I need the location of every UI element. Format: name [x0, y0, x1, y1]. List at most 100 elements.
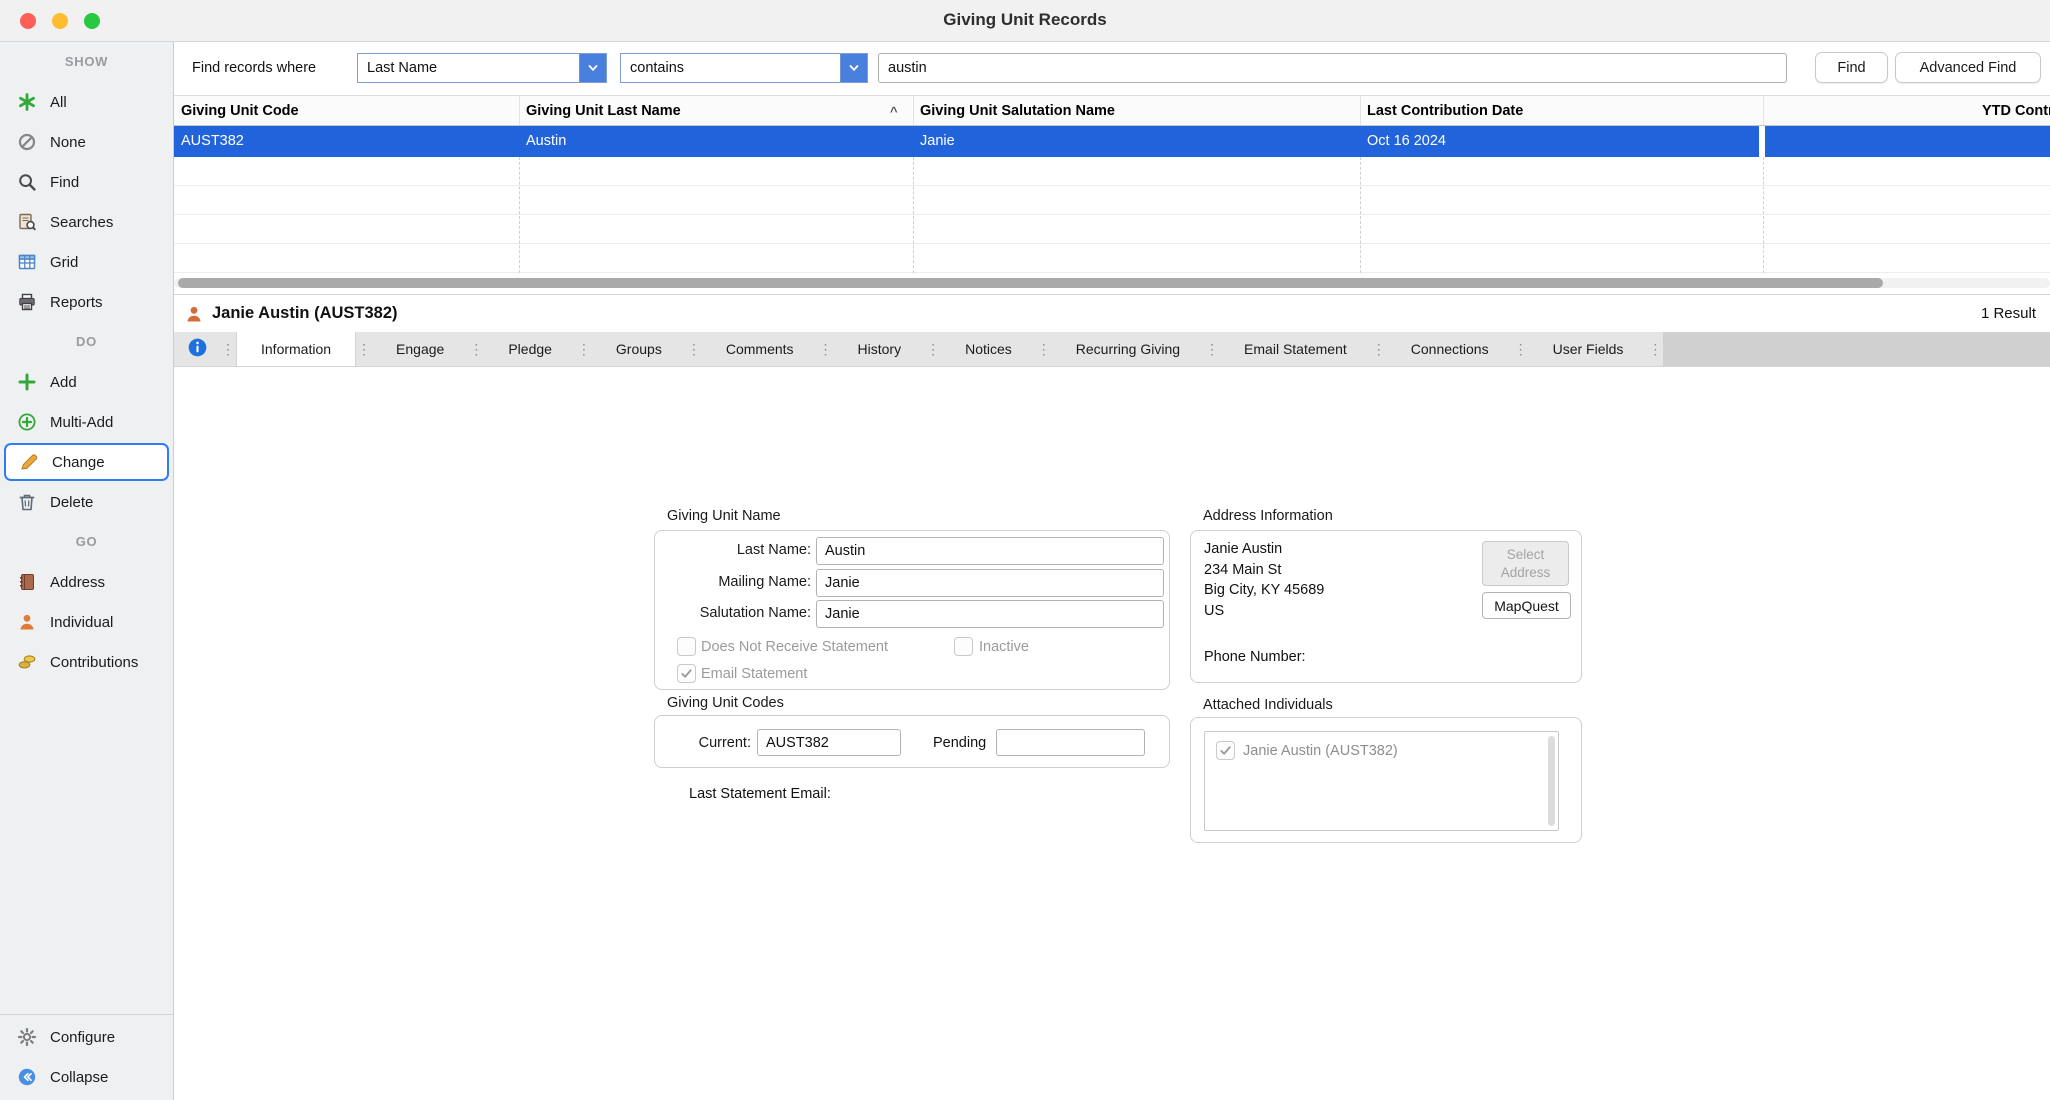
column-divider [519, 96, 520, 125]
sidebar-item-label: Reports [50, 294, 103, 311]
tab-comments[interactable]: Comments [702, 332, 818, 366]
vertical-scrollbar[interactable] [1548, 736, 1555, 826]
tab-connections[interactable]: Connections [1387, 332, 1513, 366]
salutation-name-label: Salutation Name: [665, 605, 811, 621]
chevron-down-icon [840, 54, 867, 82]
address-information-group: Janie Austin 234 Main St Big City, KY 45… [1190, 530, 1582, 683]
address-line: Big City, KY 45689 [1204, 580, 1324, 601]
last-name-field[interactable] [816, 537, 1164, 565]
inactive-checkbox[interactable] [954, 637, 973, 656]
tab-user-fields[interactable]: User Fields [1529, 332, 1648, 366]
pencil-icon [18, 451, 40, 473]
tab-groups[interactable]: Groups [592, 332, 686, 366]
address-book-icon [16, 571, 38, 593]
mailing-name-field[interactable] [816, 569, 1164, 597]
table-row-selected[interactable]: AUST382 Austin Janie Oct 16 2024 [174, 126, 2050, 157]
select-address-button[interactable]: Select Address [1482, 541, 1569, 586]
operator-dropdown[interactable]: contains [620, 53, 868, 83]
sidebar-item-label: Address [50, 574, 105, 591]
field-dropdown[interactable]: Last Name [357, 53, 607, 83]
sidebar-item-none[interactable]: None [0, 122, 173, 162]
sidebar-item-configure[interactable]: Configure [0, 1017, 173, 1057]
sidebar-item-label: Multi-Add [50, 414, 113, 431]
column-divider [913, 96, 914, 125]
multi-add-icon [16, 411, 38, 433]
sidebar-item-add[interactable]: Add [0, 362, 173, 402]
sort-ascending-icon: ^ [890, 104, 898, 119]
coins-icon [16, 651, 38, 673]
column-divider-dashed [913, 157, 914, 273]
sidebar-item-label: Change [52, 454, 105, 471]
column-header-giving-unit-salutation-name[interactable]: Giving Unit Salutation Name [920, 103, 1115, 119]
results-table-header: Giving Unit Code Giving Unit Last Name ^… [174, 95, 2050, 126]
tab-engage[interactable]: Engage [372, 332, 468, 366]
sidebar-item-change[interactable]: Change [4, 443, 169, 481]
tab-notices[interactable]: Notices [941, 332, 1036, 366]
sidebar-item-reports[interactable]: Reports [0, 282, 173, 322]
sidebar-footer: Configure Collapse [0, 1014, 173, 1097]
salutation-name-field[interactable] [816, 600, 1164, 628]
operator-dropdown-value: contains [630, 60, 684, 76]
table-empty-row [174, 215, 2050, 244]
email-statement-checkbox[interactable] [677, 664, 696, 683]
mapquest-button[interactable]: MapQuest [1482, 592, 1571, 619]
sidebar-item-find[interactable]: Find [0, 162, 173, 202]
find-button[interactable]: Find [1815, 52, 1888, 83]
advanced-find-button[interactable]: Advanced Find [1895, 52, 2041, 83]
email-statement-label: Email Statement [701, 666, 807, 682]
phone-number-label: Phone Number: [1204, 649, 1306, 665]
giving-unit-codes-group: Current: Pending [654, 715, 1170, 768]
does-not-receive-statement-checkbox[interactable] [677, 637, 696, 656]
last-name-label: Last Name: [665, 542, 811, 558]
attached-individual-label: Janie Austin (AUST382) [1243, 743, 1398, 759]
column-divider [1763, 96, 1764, 125]
search-input[interactable] [878, 53, 1787, 83]
sidebar-item-label: Add [50, 374, 77, 391]
sidebar-item-delete[interactable]: Delete [0, 482, 173, 522]
sidebar-item-collapse[interactable]: Collapse [0, 1057, 173, 1097]
sidebar-item-address[interactable]: Address [0, 562, 173, 602]
sidebar-item-individual[interactable]: Individual [0, 602, 173, 642]
tab-history[interactable]: History [834, 332, 926, 366]
sidebar: SHOW All None Find Searches Grid Reports… [0, 42, 174, 1100]
column-header-giving-unit-code[interactable]: Giving Unit Code [181, 103, 299, 119]
sidebar-item-label: Contributions [50, 654, 138, 671]
field-dropdown-value: Last Name [367, 60, 437, 76]
address-line: US [1204, 601, 1324, 622]
sidebar-item-label: Grid [50, 254, 78, 271]
sidebar-item-label: Individual [50, 614, 113, 631]
sidebar-item-label: Find [50, 174, 79, 191]
sidebar-item-searches[interactable]: Searches [0, 202, 173, 242]
mailing-name-label: Mailing Name: [665, 574, 811, 590]
pending-code-field[interactable] [996, 729, 1145, 756]
tab-pledge[interactable]: Pledge [484, 332, 576, 366]
attached-individual-checkbox[interactable] [1216, 741, 1235, 760]
column-header-ytd-contributions[interactable]: YTD Contri [1982, 103, 2050, 119]
column-header-giving-unit-last-name[interactable]: Giving Unit Last Name [526, 103, 681, 119]
last-statement-email-label: Last Statement Email: [689, 786, 831, 802]
address-line: Janie Austin [1204, 539, 1324, 560]
tab-recurring-giving[interactable]: Recurring Giving [1052, 332, 1204, 366]
column-divider-dashed [1360, 157, 1361, 273]
tab-separator-icon: ⋮ [220, 332, 236, 366]
address-block: Janie Austin 234 Main St Big City, KY 45… [1204, 539, 1324, 621]
sidebar-item-multi-add[interactable]: Multi-Add [0, 402, 173, 442]
app-window: Giving Unit Records SHOW All None Find S… [0, 0, 2050, 1100]
giving-unit-name-legend: Giving Unit Name [667, 508, 781, 524]
tab-information[interactable]: Information [236, 332, 356, 366]
sidebar-item-all[interactable]: All [0, 82, 173, 122]
sidebar-item-grid[interactable]: Grid [0, 242, 173, 282]
sidebar-item-contributions[interactable]: Contributions [0, 642, 173, 682]
trash-icon [16, 491, 38, 513]
attached-individuals-legend: Attached Individuals [1203, 697, 1333, 713]
column-divider-dashed [1763, 157, 1764, 273]
column-header-last-contribution-date[interactable]: Last Contribution Date [1367, 103, 1523, 119]
tab-email-statement[interactable]: Email Statement [1220, 332, 1371, 366]
sidebar-item-label: Searches [50, 214, 113, 231]
cell-salutation-name: Janie [920, 133, 955, 149]
gear-icon [16, 1026, 38, 1048]
current-code-field[interactable] [757, 729, 901, 756]
horizontal-scrollbar[interactable] [178, 278, 1883, 288]
title-bar: Giving Unit Records [0, 0, 2050, 42]
info-tab[interactable] [174, 332, 220, 366]
